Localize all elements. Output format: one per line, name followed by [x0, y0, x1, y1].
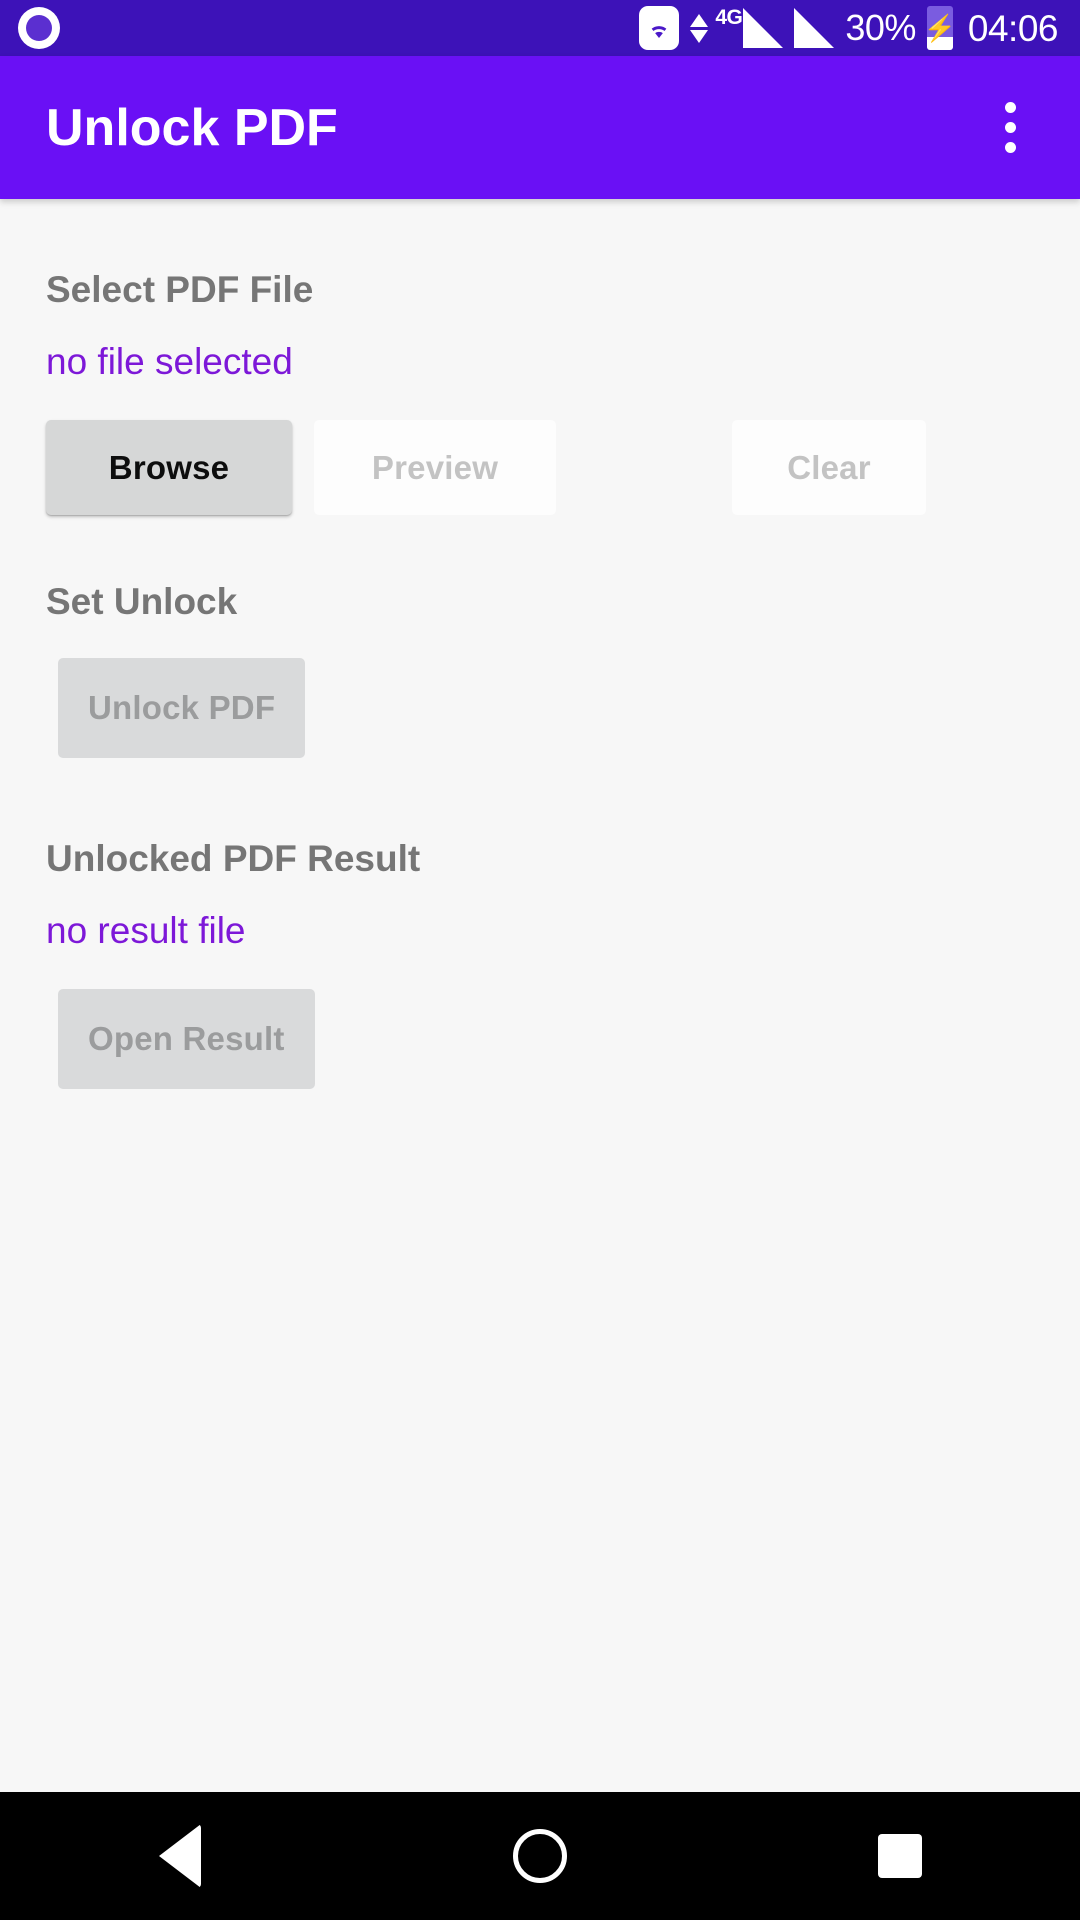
data-up-down-arrows-icon: [690, 13, 709, 43]
home-icon[interactable]: [445, 1792, 635, 1920]
file-action-button-row: Browse Preview Clear: [46, 420, 1034, 515]
browse-button[interactable]: Browse: [46, 420, 292, 515]
set-unlock-title: Set Unlock: [46, 581, 238, 622]
cellular-signal-icon: [743, 8, 784, 48]
status-bar-left: [18, 7, 60, 49]
main-content: Select PDF File no file selected Browse …: [0, 199, 1080, 1792]
unlock-pdf-button[interactable]: Unlock PDF: [58, 658, 306, 758]
overflow-menu-icon[interactable]: [974, 92, 1046, 164]
notification-dot-icon: [18, 7, 60, 49]
open-result-button-row: Open Result: [46, 989, 1034, 1089]
charging-bolt-glyph: ⚡: [926, 13, 953, 43]
open-result-button[interactable]: Open Result: [58, 989, 315, 1089]
cellular-signal-icon: [794, 8, 835, 48]
cellular-signal-group-1: 4G: [715, 6, 784, 48]
clear-button[interactable]: Clear: [732, 420, 926, 515]
result-file-status: no result file: [46, 910, 246, 951]
battery-percent-label: 30%: [845, 7, 916, 48]
status-bar: 4G 30% ⚡ 04:06: [0, 0, 1080, 56]
unlocked-result-title: Unlocked PDF Result: [46, 838, 421, 879]
app-bar: Unlock PDF: [0, 56, 1080, 199]
set-unlock-section: Set Unlock Unlock PDF: [46, 583, 1034, 758]
wifi-icon: [639, 6, 680, 50]
page-title: Unlock PDF: [46, 98, 338, 157]
battery-charging-icon: ⚡: [926, 6, 953, 50]
cellular-signal-group-2: [794, 8, 835, 48]
status-bar-right: 4G 30% ⚡ 04:06: [639, 6, 1059, 50]
select-pdf-title: Select PDF File: [46, 269, 314, 310]
android-navigation-bar: [0, 1792, 1080, 1920]
recents-icon[interactable]: [805, 1792, 995, 1920]
back-icon[interactable]: [85, 1792, 275, 1920]
unlock-button-row: Unlock PDF: [46, 658, 1034, 758]
unlocked-result-section: Unlocked PDF Result no result file Open …: [46, 840, 1034, 1089]
phone-screen: 4G 30% ⚡ 04:06 Unlock PDF Select PDF Fil: [0, 0, 1080, 1920]
network-type-label: 4G: [715, 6, 743, 29]
selected-file-status: no file selected: [46, 341, 293, 382]
preview-button[interactable]: Preview: [314, 420, 556, 515]
select-pdf-section: Select PDF File no file selected Browse …: [46, 271, 1034, 515]
status-bar-clock: 04:06: [967, 7, 1059, 49]
